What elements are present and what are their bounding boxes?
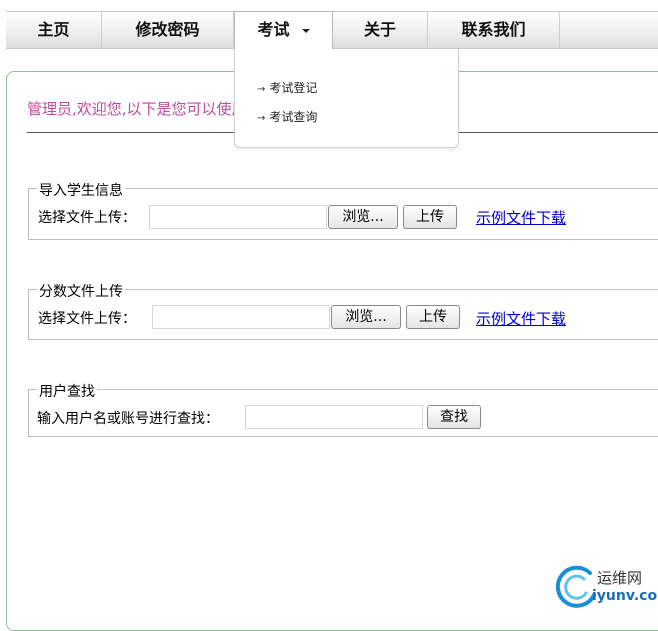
exam-dropdown-menu: → 考试登记 → 考试查询	[234, 49, 459, 148]
score-upload-upload-button[interactable]: 上传	[406, 305, 460, 329]
dropdown-item-label: 考试登记	[269, 81, 318, 95]
nav-exam-label: 考试	[257, 20, 290, 39]
user-search-input[interactable]	[245, 405, 423, 429]
import-students-legend: 导入学生信息	[37, 180, 125, 200]
watermark-title: 运维网	[597, 569, 643, 587]
user-search-legend: 用户查找	[37, 381, 97, 401]
dropdown-item-exam-register[interactable]: → 考试登记	[257, 79, 317, 96]
nav-home[interactable]: 主页	[6, 12, 102, 48]
import-students-browse-button[interactable]: 浏览...	[328, 205, 398, 229]
score-upload-sample-link[interactable]: 示例文件下载	[476, 308, 566, 329]
import-students-upload-button[interactable]: 上传	[403, 205, 457, 229]
dropdown-item-exam-query[interactable]: → 考试查询	[257, 108, 317, 125]
welcome-message: 管理员,欢迎您,以下是您可以使用的功能	[27, 100, 247, 118]
user-search-button[interactable]: 查找	[427, 405, 481, 429]
import-students-file-input[interactable]	[149, 205, 327, 229]
score-upload-browse-button[interactable]: 浏览...	[331, 305, 401, 329]
score-upload-legend: 分数文件上传	[37, 281, 125, 301]
main-panel	[6, 71, 658, 631]
arrow-right-icon: →	[257, 84, 266, 95]
nav-about[interactable]: 关于	[333, 12, 428, 48]
nav-contact[interactable]: 联系我们	[428, 12, 560, 48]
nav-change-password[interactable]: 修改密码	[102, 12, 234, 48]
dropdown-item-label: 考试查询	[269, 110, 318, 124]
user-search-label: 输入用户名或账号进行查找：	[37, 411, 219, 427]
top-nav: 主页 修改密码 考试 关于 联系我们	[6, 11, 658, 49]
chevron-down-icon	[301, 28, 310, 33]
arrow-right-icon: →	[257, 113, 266, 124]
import-students-label: 选择文件上传：	[38, 210, 136, 226]
import-students-sample-link[interactable]: 示例文件下载	[476, 207, 566, 228]
score-upload-label: 选择文件上传：	[38, 311, 136, 327]
score-upload-file-input[interactable]	[152, 305, 330, 329]
nav-exam[interactable]: 考试	[234, 11, 333, 49]
watermark-url: iyunv.com	[592, 588, 658, 604]
